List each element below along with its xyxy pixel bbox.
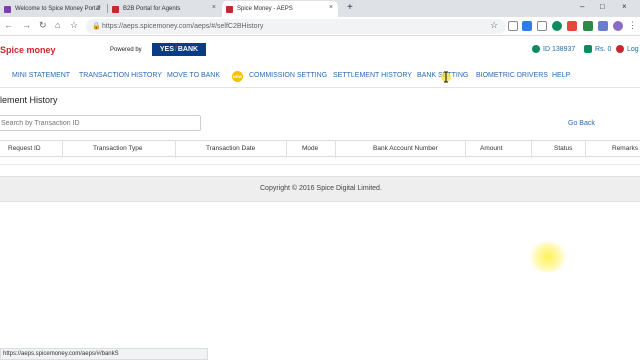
- favicon-icon: [4, 5, 11, 13]
- maximize-icon[interactable]: □: [600, 2, 605, 11]
- tab-close-icon[interactable]: ×: [329, 4, 333, 11]
- menu-commission-setting[interactable]: COMMISSION SETTING: [249, 72, 327, 79]
- menu-mini-statement[interactable]: MINI STATEMENT: [12, 72, 70, 79]
- search-input[interactable]: [0, 115, 201, 131]
- page-title: lement History: [0, 95, 58, 105]
- menu-transaction-history[interactable]: TRANSACTION HISTORY: [79, 72, 162, 79]
- browser-tab-b2b[interactable]: B2B Portal for Agents ×: [108, 1, 221, 17]
- extension-icon[interactable]: [552, 21, 562, 31]
- column-header: Request ID: [8, 145, 41, 152]
- spice-money-logo[interactable]: Spice money: [0, 45, 56, 55]
- main-menu: MINI STATEMENT TRANSACTION HISTORY MOVE …: [0, 66, 640, 88]
- favicon-icon: [226, 5, 233, 13]
- copyright-text: Copyright © 2016 Spice Digital Limited.: [260, 185, 382, 192]
- column-header: Remarks: [612, 145, 639, 152]
- yes-bank-logo: YES / BANK: [152, 43, 206, 56]
- column-divider: [62, 141, 63, 158]
- browser-tab-aeps[interactable]: Spice Money - AEPS ×: [222, 1, 338, 17]
- balance-text: Rs. 0: [595, 45, 612, 53]
- powered-by-label: Powered by: [110, 47, 142, 53]
- address-url: https://aeps.spicemoney.com/aeps/#/selfC…: [102, 23, 264, 30]
- column-header: Status: [554, 145, 573, 152]
- tab-close-icon[interactable]: ×: [97, 4, 101, 11]
- status-bar-url: https://aeps.spicemoney.com/aeps/#/bankS: [0, 348, 208, 360]
- extension-icon[interactable]: [583, 21, 593, 31]
- column-header: Mode: [302, 145, 319, 152]
- column-header: Amount: [480, 145, 503, 152]
- table-header: Request ID Transaction Type Transaction …: [0, 140, 640, 158]
- address-bar[interactable]: 🔒 https://aeps.spicemoney.com/aeps/#/sel…: [86, 19, 506, 34]
- extension-icon[interactable]: [537, 21, 547, 31]
- extension-icon[interactable]: [522, 21, 532, 31]
- reload-icon[interactable]: ↻: [39, 20, 47, 31]
- column-header: Transaction Type: [93, 145, 143, 152]
- home-icon[interactable]: ⌂: [55, 20, 60, 30]
- menu-biometric-drivers[interactable]: BIOMETRIC DRIVERS: [476, 72, 548, 79]
- close-window-icon[interactable]: ×: [622, 2, 627, 11]
- bank-logo-right: BANK: [177, 46, 199, 53]
- go-back-link[interactable]: Go Back: [568, 120, 595, 127]
- back-icon[interactable]: ←: [4, 20, 13, 30]
- column-divider: [585, 141, 586, 158]
- wallet-balance[interactable]: Rs. 0: [584, 45, 611, 53]
- bookmark-star-icon[interactable]: ☆: [490, 20, 498, 31]
- tab-title: Welcome to Spice Money Portal: [15, 6, 101, 12]
- column-header: Bank Account Number: [373, 145, 438, 152]
- minimize-icon[interactable]: –: [580, 2, 584, 11]
- forward-icon[interactable]: →: [22, 20, 31, 30]
- profile-avatar[interactable]: [613, 21, 623, 31]
- browser-toolbar: ← → ↻ ⌂ ☆ 🔒 https://aeps.spicemoney.com/…: [0, 17, 640, 36]
- column-header: Transaction Date: [206, 145, 256, 152]
- lock-icon: 🔒: [92, 23, 101, 30]
- settlement-history-table: Request ID Transaction Type Transaction …: [0, 140, 640, 165]
- bank-logo-slash: /: [174, 46, 177, 53]
- menu-help[interactable]: HELP: [552, 72, 570, 79]
- more-menu-icon[interactable]: ⋮: [628, 20, 637, 31]
- agent-id-text: ID 138937: [543, 45, 576, 53]
- tab-title: B2B Portal for Agents: [123, 6, 181, 12]
- column-divider: [335, 141, 336, 158]
- extension-icon[interactable]: [567, 21, 577, 31]
- table-empty-row: [0, 157, 640, 165]
- extension-icon[interactable]: [508, 21, 518, 31]
- menu-settlement-history[interactable]: SETTLEMENT HISTORY: [333, 72, 412, 79]
- menu-move-to-bank[interactable]: MOVE TO BANK: [167, 72, 220, 79]
- extension-icon[interactable]: [598, 21, 608, 31]
- bank-logo-left: YES: [159, 46, 174, 53]
- new-badge: NEW: [232, 71, 243, 82]
- column-divider: [286, 141, 287, 158]
- wallet-icon: [584, 45, 592, 53]
- column-divider: [531, 141, 532, 158]
- cursor-highlight: [528, 242, 568, 272]
- logout-text: Log: [627, 45, 639, 53]
- new-tab-button[interactable]: +: [347, 2, 353, 13]
- user-icon: [532, 45, 540, 53]
- column-divider: [175, 141, 176, 158]
- logout-link[interactable]: Log: [616, 45, 639, 53]
- tab-close-icon[interactable]: ×: [212, 4, 216, 11]
- tab-title: Spice Money - AEPS: [237, 6, 293, 12]
- column-divider: [465, 141, 466, 158]
- star-icon[interactable]: ☆: [70, 20, 78, 31]
- power-icon: [616, 45, 624, 53]
- favicon-icon: [112, 5, 119, 13]
- browser-tab-strip: Welcome to Spice Money Portal × B2B Port…: [0, 0, 640, 17]
- browser-tab-welcome[interactable]: Welcome to Spice Money Portal ×: [0, 1, 106, 17]
- site-header: Spice money Powered by YES / BANK ID 138…: [0, 36, 640, 66]
- text-cursor-icon: [441, 71, 451, 83]
- page-footer: Copyright © 2016 Spice Digital Limited.: [0, 176, 640, 202]
- agent-id[interactable]: ID 138937: [532, 45, 575, 53]
